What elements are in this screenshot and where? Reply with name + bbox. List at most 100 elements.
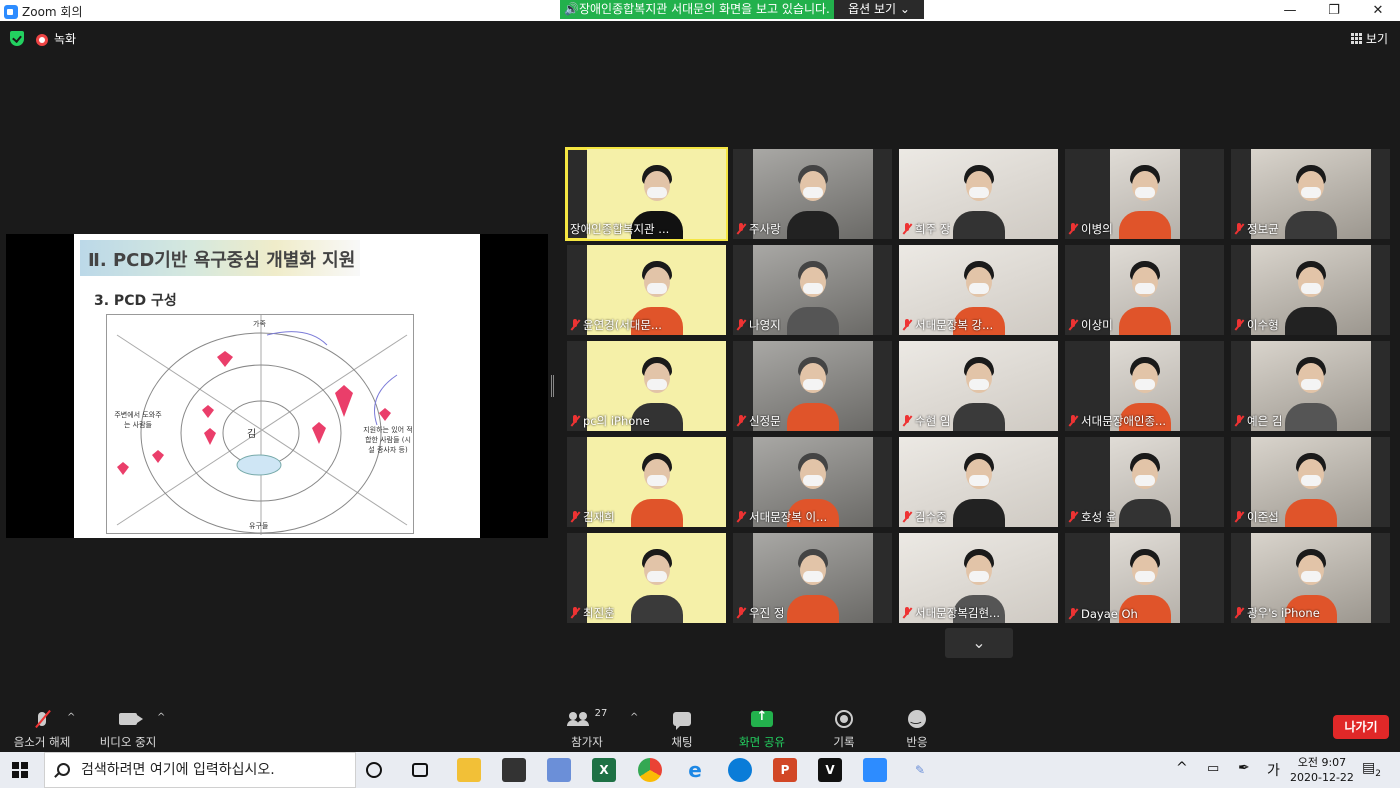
app-icon[interactable] <box>547 758 571 782</box>
chrome-icon[interactable] <box>638 758 662 782</box>
record-icon <box>835 710 853 728</box>
paint-icon[interactable]: ✎ <box>908 758 932 782</box>
participant-tile[interactable]: 서대문장복 이... <box>733 437 892 527</box>
participant-tile[interactable]: 장애인종합복지관 ... <box>565 147 728 241</box>
participant-tile[interactable]: pc의 iPhone <box>567 341 726 431</box>
store-icon[interactable] <box>502 758 526 782</box>
face-mask <box>968 283 989 294</box>
participant-name-text: 광우's iPhone <box>1247 606 1320 620</box>
minimize-button[interactable]: — <box>1268 0 1312 21</box>
audio-options-caret[interactable]: ^ <box>67 712 75 723</box>
participant-name: 서대문장애인종... <box>1068 413 1166 429</box>
participant-tile[interactable]: 윤연경(서대문... <box>567 245 726 335</box>
participant-tile[interactable]: 서대문장복 강... <box>899 245 1058 335</box>
tray-expand-icon[interactable]: ^ <box>1176 760 1188 776</box>
participant-body <box>1119 499 1171 527</box>
participant-tile[interactable]: 이병의 <box>1065 149 1224 239</box>
network-icon[interactable]: ▭ <box>1207 761 1219 776</box>
participant-tile[interactable]: 예은 김 <box>1231 341 1390 431</box>
participant-tile[interactable]: 이수형 <box>1231 245 1390 335</box>
view-options-button[interactable]: 옵션 보기 ⌄ <box>834 0 924 19</box>
participant-tile[interactable]: 희주 장 <box>899 149 1058 239</box>
participant-tile[interactable]: 이상미 <box>1065 245 1224 335</box>
share-screen-button[interactable]: 화면 공유 <box>734 708 790 750</box>
participant-tile[interactable]: 우진 정 <box>733 533 892 623</box>
cortana-icon[interactable] <box>366 762 382 778</box>
windows-start-icon[interactable] <box>12 762 28 778</box>
unmute-button[interactable]: 음소거 해제 <box>12 708 72 750</box>
next-page-button[interactable]: ⌄ <box>945 628 1013 658</box>
powerpoint-icon[interactable]: P <box>773 758 797 782</box>
system-clock[interactable]: 오전 9:07 2020-12-22 <box>1290 755 1354 785</box>
participant-body <box>1285 307 1337 335</box>
excel-icon[interactable]: X <box>592 758 616 782</box>
stop-video-button[interactable]: 비디오 중지 <box>98 708 158 750</box>
participant-name: 이상미 <box>1068 317 1113 333</box>
participant-body <box>787 403 839 431</box>
participant-tile[interactable]: 신정문 <box>733 341 892 431</box>
face-mask <box>1301 283 1321 294</box>
participant-body <box>1285 403 1337 431</box>
participant-body <box>787 307 839 335</box>
participant-tile[interactable]: 주사랑 <box>733 149 892 239</box>
pen-icon[interactable]: ✒ <box>1238 760 1250 776</box>
participant-name-text: 김수중 <box>915 510 947 524</box>
task-view-icon[interactable] <box>412 763 428 777</box>
maximize-button[interactable]: ❐ <box>1312 0 1356 21</box>
view-button[interactable]: 보기 <box>1350 30 1388 47</box>
chat-button[interactable]: 채팅 <box>664 708 700 750</box>
shared-screen[interactable]: Ⅱ. PCD기반 욕구중심 개별화 지원 3. PCD 구성 김 주변에서 도와… <box>6 234 548 538</box>
face-mask <box>803 571 823 582</box>
participant-name: 희주 장 <box>902 221 950 237</box>
participant-tile[interactable]: 나영지 <box>733 245 892 335</box>
video-camera-icon <box>119 713 143 725</box>
security-shield-icon[interactable] <box>10 31 24 46</box>
participant-tile[interactable]: 호성 윤 <box>1065 437 1224 527</box>
participant-tile[interactable]: 수현 임 <box>899 341 1058 431</box>
leave-meeting-button[interactable]: 나가기 <box>1333 715 1389 739</box>
notification-icon[interactable]: ▤2 <box>1362 760 1381 779</box>
zoom-taskbar-icon[interactable] <box>863 758 887 782</box>
participant-tile[interactable]: 정보균 <box>1231 149 1390 239</box>
recording-indicator[interactable]: 녹화 <box>36 30 76 47</box>
participant-name-text: 이준섭 <box>1247 510 1279 524</box>
participant-name-text: 호성 윤 <box>1081 510 1117 524</box>
participant-tile[interactable]: 김재희 <box>567 437 726 527</box>
edge-icon[interactable] <box>728 758 752 782</box>
participant-name-text: Dayae Oh <box>1081 607 1138 621</box>
participant-tile[interactable]: 최진훈 <box>567 533 726 623</box>
participant-name-text: 장애인종합복지관 ... <box>570 222 670 236</box>
vim-icon[interactable]: V <box>818 758 842 782</box>
participant-tile[interactable]: 서대문장복김현... <box>899 533 1058 623</box>
face-mask <box>1135 571 1155 582</box>
participant-name-text: 나영지 <box>749 318 781 332</box>
ime-indicator[interactable]: 가 <box>1267 760 1280 780</box>
muted-mic-icon <box>1068 415 1078 427</box>
muted-mic-icon <box>902 223 912 235</box>
internet-explorer-icon[interactable]: e <box>683 758 707 782</box>
participants-options-caret[interactable]: ^ <box>630 712 638 723</box>
participant-tile[interactable]: 김수중 <box>899 437 1058 527</box>
participant-tile[interactable]: Dayae Oh <box>1065 533 1224 623</box>
face-mask <box>647 475 667 486</box>
record-button[interactable]: 기록 <box>826 708 862 750</box>
share-banner: 🔊장애인종합복지관 서대문의 화면을 보고 있습니다. 옵션 보기 ⌄ <box>560 0 924 19</box>
participant-name-text: 이수형 <box>1247 318 1279 332</box>
taskbar-search-box[interactable]: 검색하려면 여기에 입력하십시오. <box>44 752 356 788</box>
participant-name-text: 수현 임 <box>915 414 951 428</box>
panel-splitter-handle[interactable] <box>551 375 554 397</box>
participant-tile[interactable]: 서대문장애인종... <box>1065 341 1224 431</box>
reactions-button[interactable]: 반응 <box>899 708 935 750</box>
participant-tile[interactable]: 이준섭 <box>1231 437 1390 527</box>
participants-button[interactable]: 27 참가자 <box>565 708 609 750</box>
participant-name: 장애인종합복지관 ... <box>570 221 669 237</box>
face-mask <box>968 571 989 582</box>
muted-mic-icon <box>1068 608 1078 620</box>
participant-tile[interactable]: 광우's iPhone <box>1231 533 1390 623</box>
face-mask <box>647 571 667 582</box>
file-explorer-icon[interactable] <box>457 758 481 782</box>
close-button[interactable]: ✕ <box>1356 0 1400 21</box>
face-mask <box>968 475 989 486</box>
share-screen-icon <box>751 709 773 727</box>
video-options-caret[interactable]: ^ <box>157 712 165 723</box>
